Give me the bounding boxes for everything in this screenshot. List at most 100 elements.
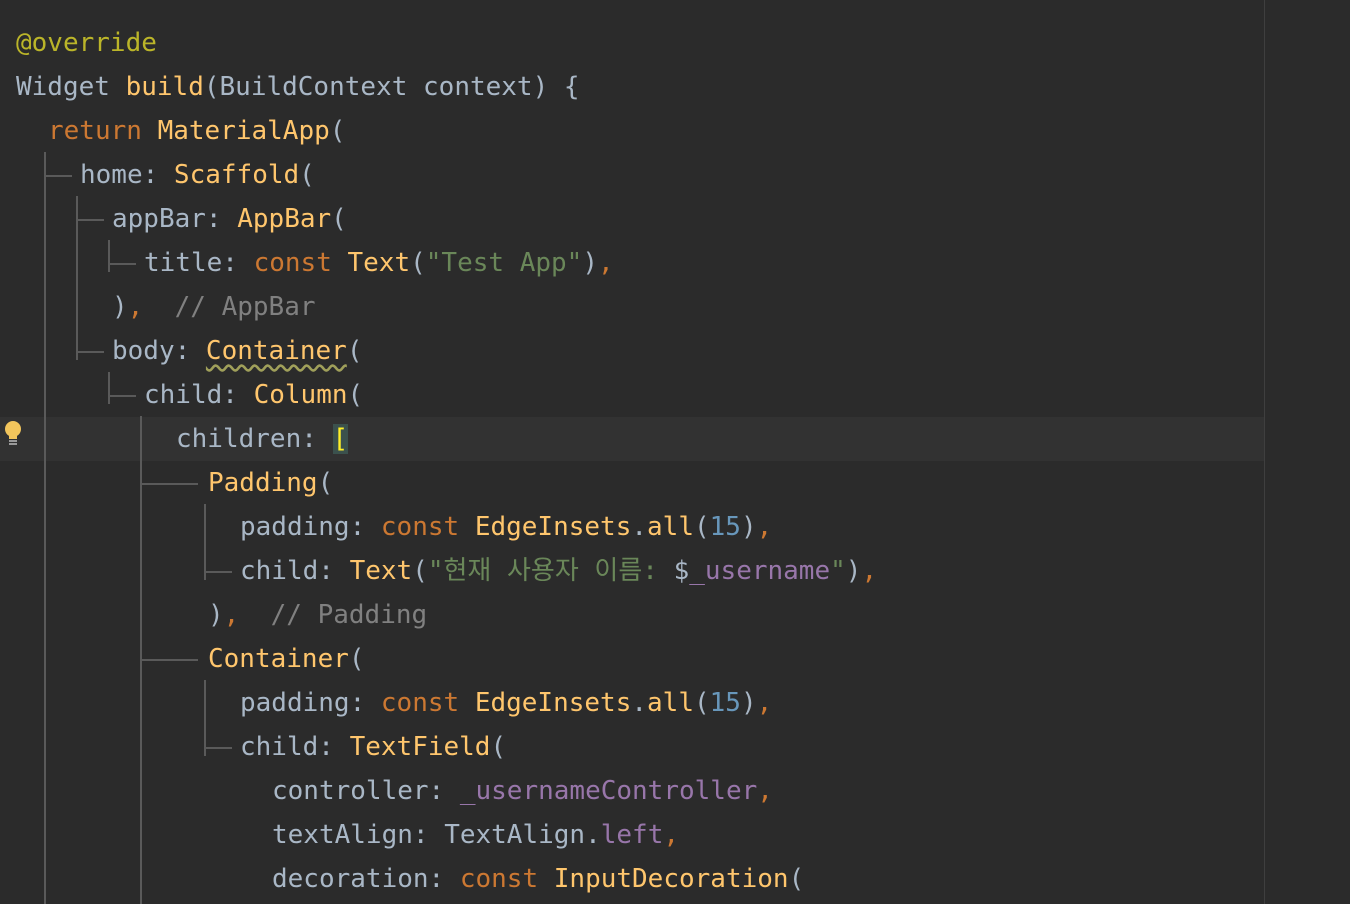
code-line[interactable]: child: TextField( [0,725,1265,769]
code-line[interactable]: return MaterialApp( [0,109,1265,153]
code-token: . [631,688,648,718]
code-token: Scaffold [173,160,300,190]
indent-guide-vertical [44,152,46,904]
code-token: ( [788,864,805,894]
code-token: AppBar [237,204,332,234]
code-token: child: [240,556,350,586]
code-token: Container [205,336,347,366]
code-token: [ [332,424,349,454]
code-token: , [757,776,773,806]
code-line[interactable]: padding: const EdgeInsets.all(15), [0,681,1265,725]
code-token: child: [240,732,350,762]
indent-guide-horizontal [140,483,198,485]
indent-guide-horizontal [204,747,232,749]
code-token: (BuildContext context) { [203,72,580,102]
indent-guide-vertical [108,240,110,272]
indent-guide-vertical [204,680,206,756]
code-line[interactable]: Widget build(BuildContext context) { [0,65,1265,109]
code-token: , [663,820,680,850]
code-line[interactable]: @override [0,21,1265,65]
code-line[interactable]: ), // AppBar [0,285,1265,329]
code-token: ( [348,644,365,674]
code-token: textAlign: [272,820,445,850]
code-token: all [647,512,694,542]
lightbulb-icon[interactable] [2,420,24,448]
code-line[interactable]: children: [ [0,417,1265,461]
code-token: ) [740,512,757,542]
code-token: ( [693,688,710,718]
indent-guide-horizontal [44,175,72,177]
code-token: , [861,556,878,586]
indent-guide-horizontal [108,395,136,397]
code-token: return [48,116,158,146]
code-token: "현재 사용자 이름: [427,556,674,586]
code-token: ( [410,248,426,278]
code-token: appBar: [112,204,238,234]
code-token: build [125,72,204,102]
indent-guide-vertical [108,372,110,404]
code-token: , [223,600,271,630]
code-token: // Padding [270,600,428,630]
code-line[interactable]: controller: _usernameController, [0,769,1265,813]
code-token: ( [331,204,347,234]
indent-guide-vertical [204,504,206,580]
indent-guide-horizontal [204,571,232,573]
code-line[interactable]: child: Text("현재 사용자 이름: $_username"), [0,549,1265,593]
code-token: , [597,248,614,278]
code-token: TextAlign. [444,820,601,850]
code-token: . [631,512,648,542]
code-token: " [830,556,846,586]
code-line[interactable]: ), // Padding [0,593,1265,637]
code-token: ( [412,556,428,586]
code-token: ( [329,116,346,146]
code-token: controller: [272,776,460,806]
code-token: ) [740,688,757,718]
code-token: ( [490,732,507,762]
code-token: _username [689,556,831,586]
code-token: ( [347,380,364,410]
code-token: children: [176,424,333,454]
code-token: 15 [709,688,741,718]
code-token: "Test App" [425,248,583,278]
code-token: Container [208,644,349,674]
code-token: ) [845,556,862,586]
code-token: ( [693,512,710,542]
code-token: home: [80,160,174,190]
code-token: MaterialApp [157,116,330,146]
code-token: 15 [709,512,741,542]
code-token: padding: [240,688,381,718]
code-token: ( [346,336,363,366]
code-line[interactable]: child: Column( [0,373,1265,417]
code-line[interactable]: body: Container( [0,329,1265,373]
code-editor[interactable]: @override Widget build(BuildContext conte… [0,0,1350,904]
indent-guide-horizontal [108,263,136,265]
code-line[interactable]: title: const Text("Test App"), [0,241,1265,285]
code-token: @override [16,28,157,58]
code-line[interactable]: padding: const EdgeInsets.all(15), [0,505,1265,549]
indent-guide-horizontal [76,351,104,353]
code-token: ) [112,292,128,322]
code-token: ( [299,160,315,190]
code-token: Text [347,248,411,278]
code-token: $ [673,556,690,586]
code-token: , [756,512,773,542]
code-token: Text [349,556,413,586]
code-token: Padding [208,468,318,498]
code-token: const [253,248,348,278]
code-line[interactable]: home: Scaffold( [0,153,1265,197]
code-token: Column [253,380,348,410]
code-token: const [380,512,475,542]
indent-guide-horizontal [76,219,104,221]
code-token: title: [144,248,254,278]
code-token: , [127,292,175,322]
indent-guide-horizontal [140,659,198,661]
code-line[interactable]: textAlign: TextAlign.left, [0,813,1265,857]
code-token: , [756,688,773,718]
code-token: EdgeInsets [474,512,632,542]
code-token: // AppBar [174,292,316,322]
code-token: Widget [16,72,126,102]
code-token: EdgeInsets [474,688,632,718]
code-line[interactable]: decoration: const InputDecoration( [0,857,1265,901]
code-token: const [380,688,475,718]
code-line[interactable]: appBar: AppBar( [0,197,1265,241]
